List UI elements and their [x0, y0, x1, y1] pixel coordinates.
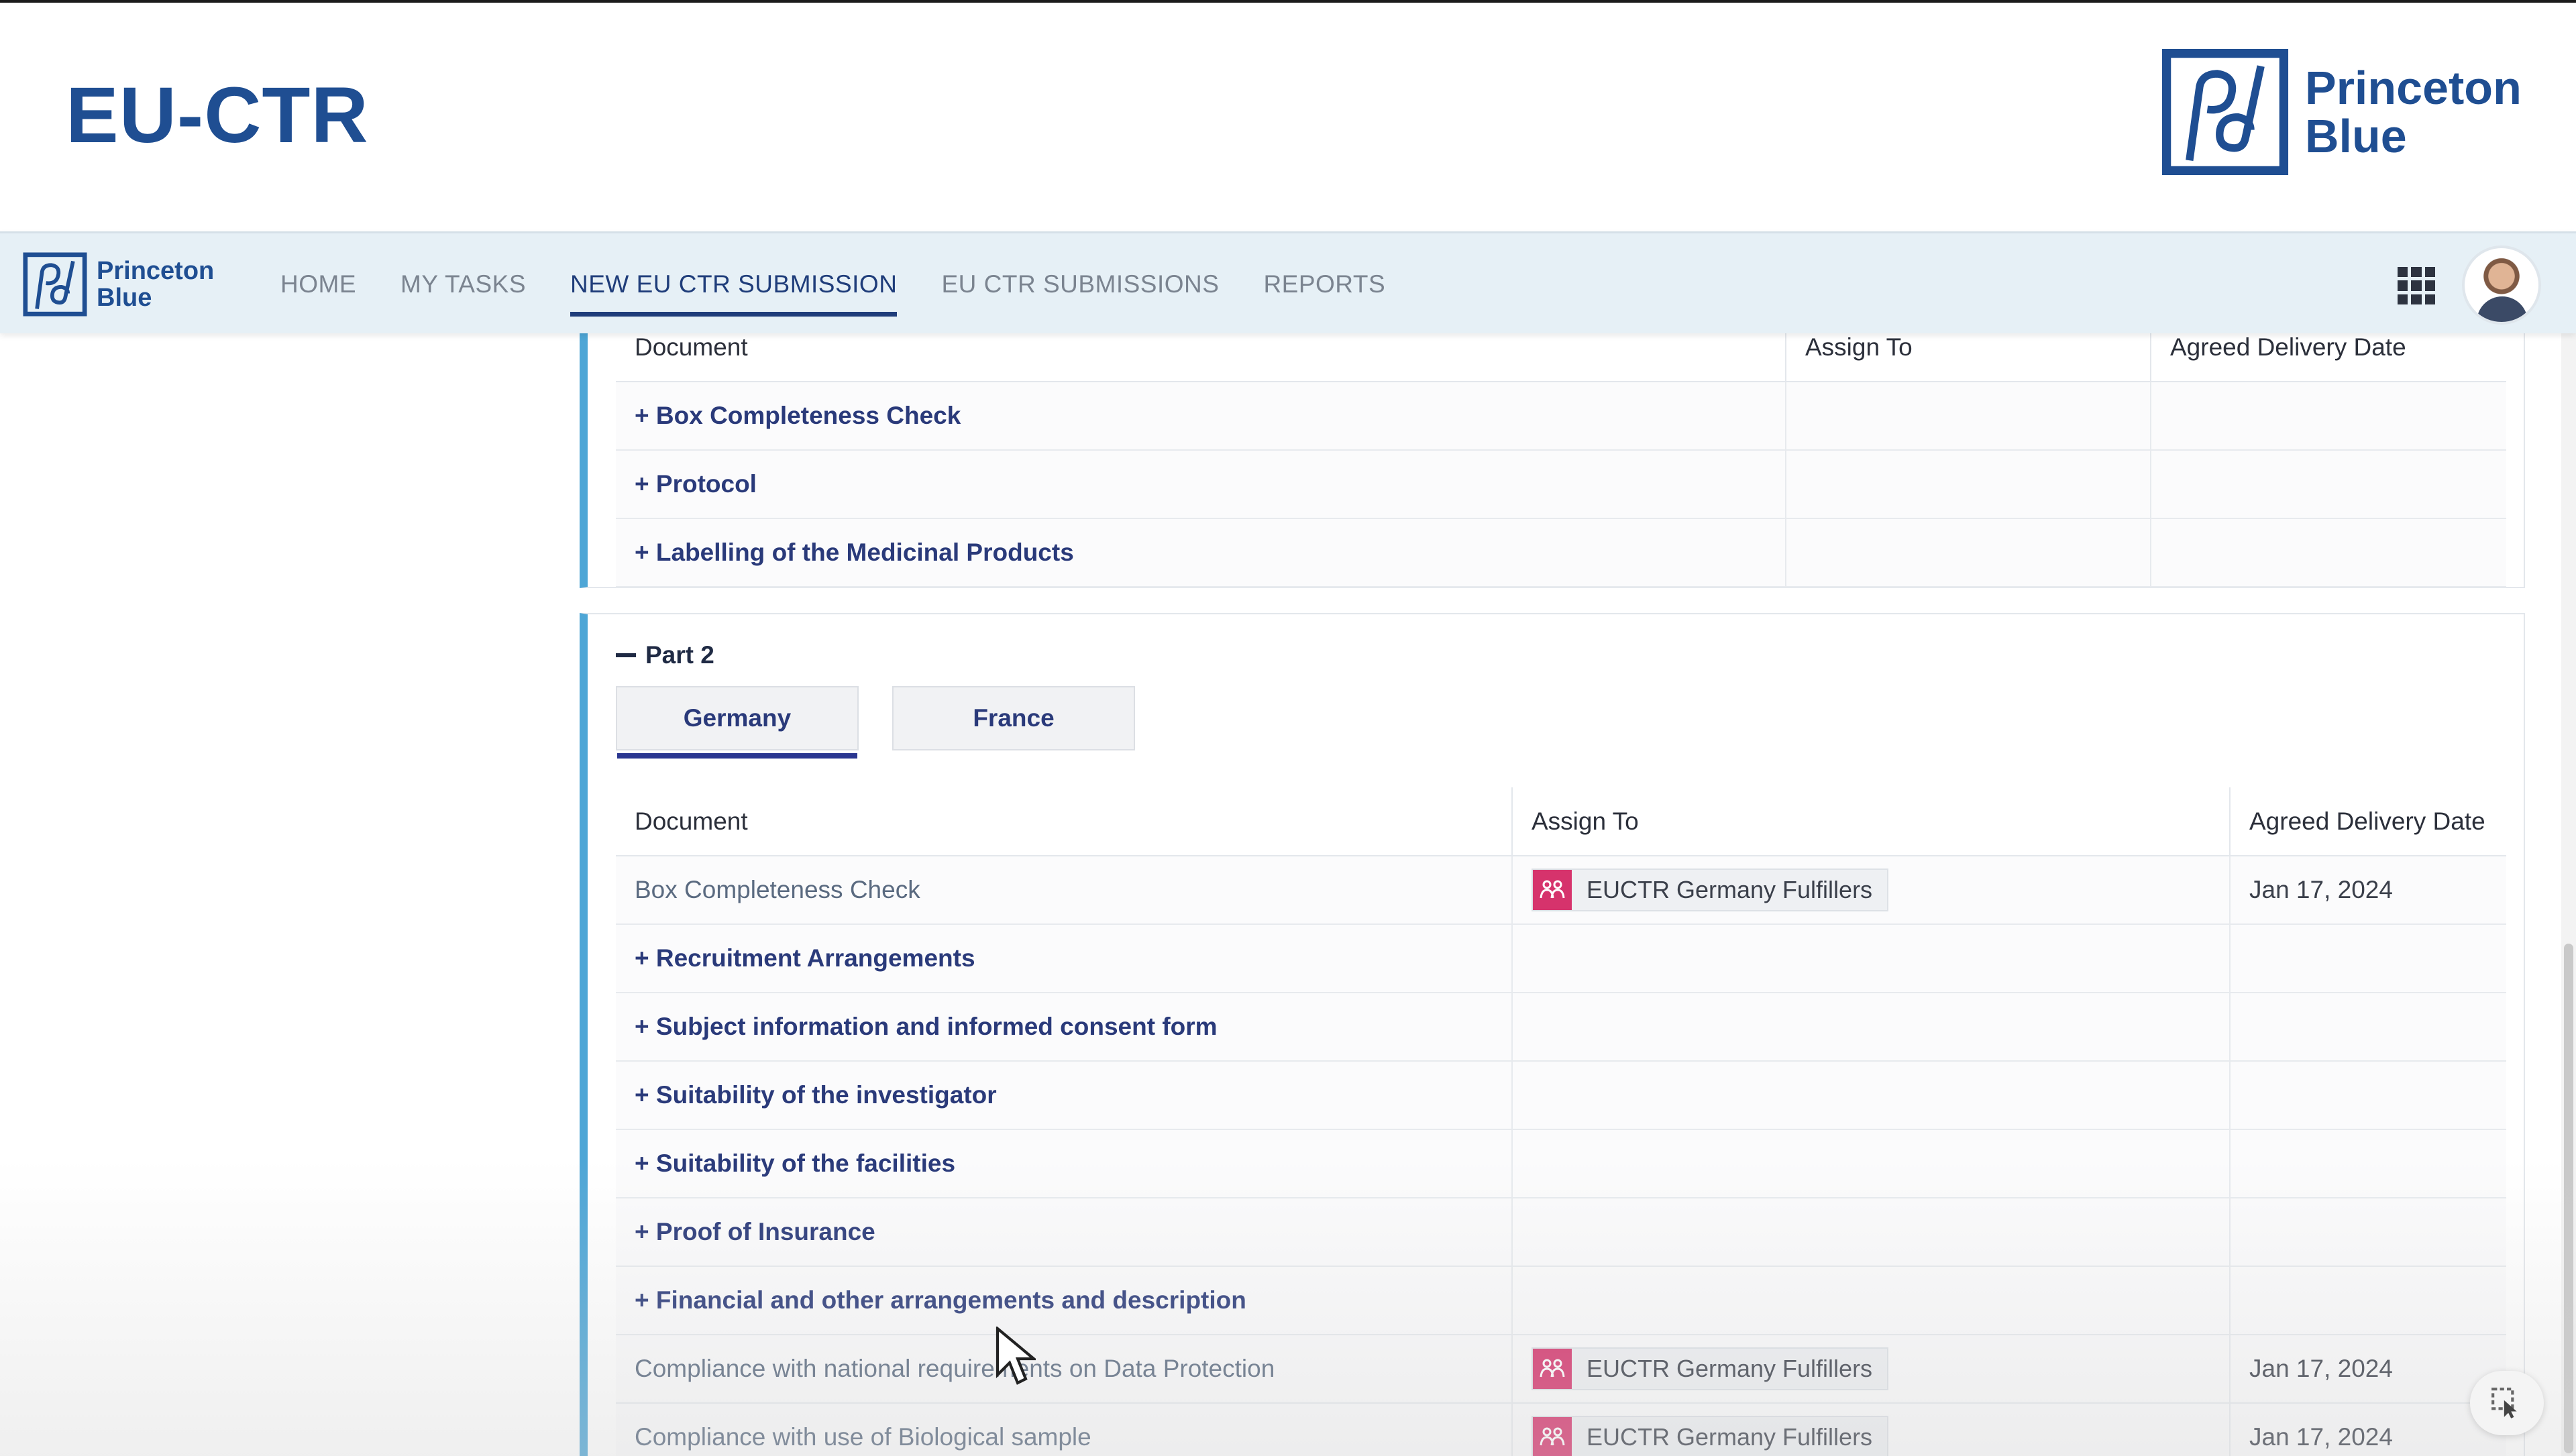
nav-logo-mark-icon [23, 252, 87, 317]
nav-brand-line2: Blue [97, 284, 152, 312]
group-icon [1533, 870, 1572, 910]
main-content: Document Assign To Agreed Delivery Date … [0, 333, 2576, 1456]
assign-to-cell [1512, 1061, 2231, 1130]
assign-to-cell [1786, 518, 2151, 587]
table-row[interactable]: + Proof of Insurance [616, 1198, 2506, 1267]
part1-document-table: Document Assign To Agreed Delivery Date … [616, 333, 2506, 587]
table-row[interactable]: + Recruitment Arrangements [616, 924, 2506, 993]
document-group-label[interactable]: + Proof of Insurance [616, 1198, 1513, 1267]
date-cell [2230, 924, 2506, 993]
nav-item-my-tasks[interactable]: MY TASKS [400, 233, 526, 335]
assign-to-cell: EUCTR Germany Fulfillers [1512, 1403, 2231, 1456]
document-group-label[interactable]: + Recruitment Arrangements [616, 924, 1513, 993]
assign-to-cell [1512, 1198, 2231, 1267]
table-row[interactable]: + Labelling of the Medicinal Products [616, 518, 2506, 587]
date-cell [2151, 518, 2506, 587]
brand-logo: Princeton Blue [2161, 48, 2522, 176]
nav-item-home[interactable]: HOME [280, 233, 356, 335]
main-nav: Princeton Blue HOME MY TASKS NEW EU CTR … [0, 231, 2576, 333]
assign-to-cell: EUCTR Germany Fulfillers [1512, 856, 2231, 925]
table-row[interactable]: + Box Completeness Check [616, 382, 2506, 451]
group-icon [1533, 1417, 1572, 1456]
table-row[interactable]: + Subject information and informed conse… [616, 993, 2506, 1062]
select-pointer-button[interactable] [2470, 1371, 2544, 1435]
part2-title: Part 2 [645, 641, 714, 669]
assign-to-cell [1786, 382, 2151, 451]
column-header-agreed-delivery-date: Agreed Delivery Date [2230, 787, 2506, 856]
date-cell [2230, 1061, 2506, 1130]
nav-logo[interactable]: Princeton Blue [23, 251, 214, 318]
assignee-name: EUCTR Germany Fulfillers [1587, 1423, 1873, 1451]
part2-panel: Part 2 Germany France Document Assign To… [580, 613, 2525, 1456]
assignee-chip[interactable]: EUCTR Germany Fulfillers [1532, 1416, 1889, 1456]
document-group-label[interactable]: + Suitability of the facilities [616, 1129, 1513, 1198]
assign-to-cell: EUCTR Germany Fulfillers [1512, 1335, 2231, 1404]
group-icon [1533, 1349, 1572, 1389]
document-link[interactable]: Box Completeness Check [616, 856, 1513, 925]
assignee-name: EUCTR Germany Fulfillers [1587, 876, 1873, 903]
nav-brand-line1: Princeton [97, 257, 215, 285]
document-group-label[interactable]: + Box Completeness Check [616, 382, 1786, 451]
date-cell: Jan 17, 2024 [2230, 1335, 2506, 1404]
nav-item-reports[interactable]: REPORTS [1263, 233, 1385, 335]
table-row[interactable]: + Protocol [616, 450, 2506, 519]
column-header-document: Document [616, 333, 1786, 382]
apps-grid-icon[interactable] [2398, 267, 2435, 304]
date-cell [2230, 1129, 2506, 1198]
document-link[interactable]: Compliance with use of Biological sample [616, 1403, 1513, 1456]
nav-menu: HOME MY TASKS NEW EU CTR SUBMISSION EU C… [280, 233, 1430, 335]
mouse-pointer-icon [996, 1325, 1038, 1390]
user-avatar[interactable] [2462, 245, 2541, 325]
date-cell [2230, 1266, 2506, 1335]
part2-header[interactable]: Part 2 [616, 641, 714, 669]
page-scrollbar-thumb[interactable] [2564, 944, 2573, 1453]
date-cell [2230, 1198, 2506, 1267]
assign-to-cell [1512, 993, 2231, 1062]
brand-name-line2: Blue [2305, 110, 2407, 162]
date-cell [2151, 382, 2506, 451]
tab-france[interactable]: France [892, 686, 1135, 750]
assignee-chip[interactable]: EUCTR Germany Fulfillers [1532, 1347, 1889, 1390]
table-row[interactable]: + Suitability of the investigator [616, 1061, 2506, 1130]
top-banner: EU-CTR Princeton Blue [0, 0, 2576, 231]
tab-germany[interactable]: Germany [616, 686, 859, 759]
nav-item-eu-ctr-submissions[interactable]: EU CTR SUBMISSIONS [941, 233, 1219, 335]
date-cell [2151, 450, 2506, 519]
assignee-name: EUCTR Germany Fulfillers [1587, 1355, 1873, 1382]
document-link[interactable]: Compliance with national requirements on… [616, 1335, 1513, 1404]
document-group-label[interactable]: + Subject information and informed conse… [616, 993, 1513, 1062]
country-tabs: Germany France [616, 686, 1169, 759]
document-group-label[interactable]: + Protocol [616, 450, 1786, 519]
brand-name-line1: Princeton [2305, 62, 2522, 114]
assign-to-cell [1512, 1129, 2231, 1198]
brand-logo-mark-icon [2161, 48, 2289, 176]
nav-item-new-eu-ctr-submission[interactable]: NEW EU CTR SUBMISSION [570, 233, 898, 335]
table-header-row: Document Assign To Agreed Delivery Date [616, 333, 2506, 382]
assignee-chip[interactable]: EUCTR Germany Fulfillers [1532, 869, 1889, 911]
assign-to-cell [1512, 1266, 2231, 1335]
part2-document-table: Document Assign To Agreed Delivery Date … [616, 787, 2506, 1456]
table-row[interactable]: Compliance with national requirements on… [616, 1335, 2506, 1404]
column-header-agreed-delivery-date: Agreed Delivery Date [2151, 333, 2506, 382]
assign-to-cell [1512, 924, 2231, 993]
date-cell: Jan 17, 2024 [2230, 856, 2506, 925]
table-row[interactable]: + Financial and other arrangements and d… [616, 1266, 2506, 1335]
assign-to-cell [1786, 450, 2151, 519]
date-cell [2230, 993, 2506, 1062]
table-row[interactable]: Compliance with use of Biological sample… [616, 1403, 2506, 1456]
app-title: EU-CTR [66, 71, 369, 160]
date-cell: Jan 17, 2024 [2230, 1403, 2506, 1456]
document-group-label[interactable]: + Financial and other arrangements and d… [616, 1266, 1513, 1335]
table-row[interactable]: + Suitability of the facilities [616, 1129, 2506, 1198]
column-header-assign-to: Assign To [1786, 333, 2151, 382]
select-pointer-icon [2491, 1388, 2517, 1418]
table-header-row: Document Assign To Agreed Delivery Date [616, 787, 2506, 856]
part1-panel: Document Assign To Agreed Delivery Date … [580, 333, 2525, 588]
column-header-document: Document [616, 787, 1513, 856]
document-group-label[interactable]: + Labelling of the Medicinal Products [616, 518, 1786, 587]
column-header-assign-to: Assign To [1512, 787, 2231, 856]
document-group-label[interactable]: + Suitability of the investigator [616, 1061, 1513, 1130]
collapse-minus-icon[interactable] [616, 653, 636, 657]
table-row[interactable]: Box Completeness Check EUCTR Germany Ful… [616, 856, 2506, 925]
